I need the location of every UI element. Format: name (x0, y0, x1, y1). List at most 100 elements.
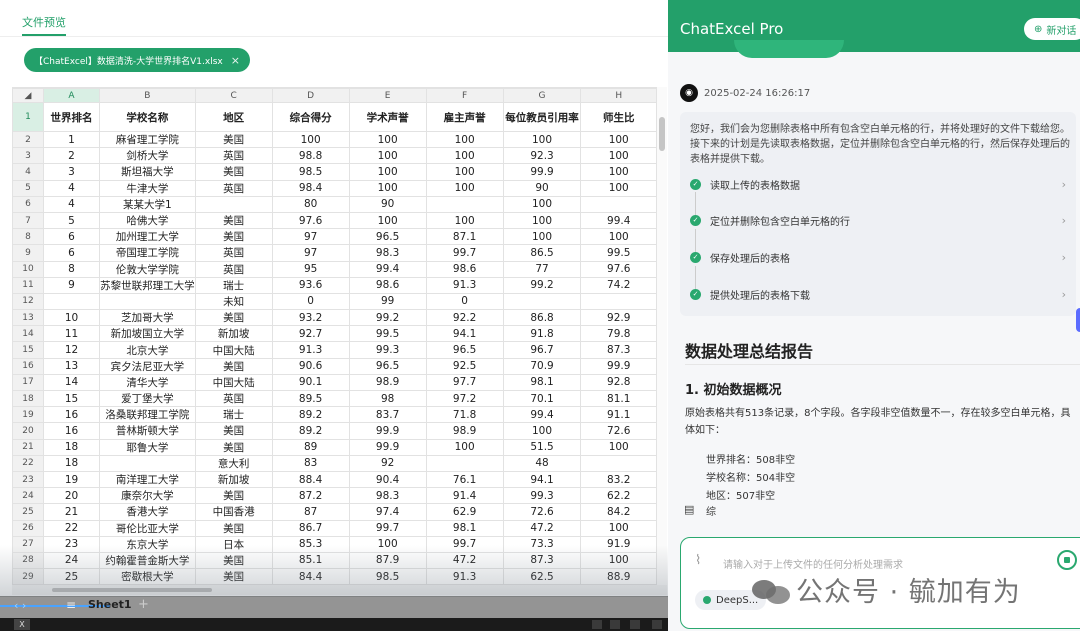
table-cell[interactable]: 86.7 (271, 519, 350, 537)
table-cell[interactable]: 99.3 (502, 487, 582, 505)
table-cell[interactable]: 新加坡 (194, 470, 273, 489)
row-number[interactable]: 9 (12, 244, 44, 262)
table-cell[interactable]: 新加坡国立大学 (99, 325, 196, 343)
table-cell[interactable]: 美国 (194, 130, 273, 149)
table-cell[interactable]: 99.9 (348, 438, 427, 456)
row-number[interactable]: 29 (12, 568, 44, 586)
table-cell[interactable]: 23 (42, 535, 101, 553)
table-cell[interactable]: 90 (348, 195, 427, 213)
table-cell[interactable]: 98 (348, 389, 427, 408)
table-cell[interactable] (580, 292, 657, 311)
table-cell[interactable]: 99.7 (425, 244, 504, 262)
table-cell[interactable]: 73.3 (502, 535, 582, 553)
table-cell[interactable]: 92.8 (580, 373, 657, 392)
table-cell[interactable]: 伦敦大学学院 (99, 260, 196, 278)
table-cell[interactable] (580, 195, 657, 213)
table-cell[interactable]: 99 (348, 292, 427, 311)
table-cell[interactable]: 耶鲁大学 (99, 438, 196, 456)
table-cell[interactable]: 16 (42, 422, 101, 440)
table-cell[interactable]: 98.3 (348, 244, 427, 262)
column-letter-g[interactable]: G (502, 88, 582, 103)
table-cell[interactable]: 密歇根大学 (99, 568, 196, 586)
table-cell[interactable]: 香港大学 (99, 503, 196, 521)
table-cell[interactable]: 79.8 (580, 325, 657, 343)
table-cell[interactable]: 91.8 (502, 325, 582, 343)
table-cell[interactable]: 99.3 (348, 341, 427, 359)
table-cell[interactable] (194, 195, 273, 213)
table-cell[interactable]: 93.6 (271, 276, 350, 294)
table-cell[interactable]: 普林斯顿大学 (99, 422, 196, 440)
table-cell[interactable]: 97.6 (271, 211, 350, 230)
table-cell[interactable]: 87.1 (425, 228, 504, 246)
row-number[interactable]: 24 (12, 487, 44, 505)
table-cell[interactable]: 16 (42, 406, 101, 424)
table-cell[interactable]: 约翰霍普金斯大学 (99, 551, 196, 570)
table-cell[interactable]: 62.5 (502, 568, 582, 586)
column-header[interactable]: 学校名称 (99, 102, 196, 132)
row-number[interactable]: 19 (12, 406, 44, 424)
table-cell[interactable]: 100 (502, 195, 582, 213)
row-number[interactable]: 5 (12, 179, 44, 197)
row-number[interactable]: 20 (12, 422, 44, 440)
column-letter-h[interactable]: H (580, 88, 657, 103)
table-cell[interactable]: 15 (42, 389, 101, 408)
table-cell[interactable]: 100 (425, 211, 504, 230)
table-cell[interactable]: 76.1 (425, 470, 504, 489)
table-cell[interactable]: 97 (271, 228, 350, 246)
table-cell[interactable]: 美国 (194, 357, 273, 375)
table-cell[interactable]: 98.1 (502, 373, 582, 392)
column-header[interactable]: 师生比 (580, 102, 657, 132)
table-cell[interactable]: 90.6 (271, 357, 350, 375)
table-cell[interactable]: 100 (425, 147, 504, 165)
table-cell[interactable]: 98.1 (425, 519, 504, 537)
row-number[interactable]: 2 (12, 130, 44, 149)
table-cell[interactable]: 美国 (194, 309, 273, 327)
row-number[interactable]: 22 (12, 454, 44, 472)
sheet-tab-sheet1[interactable]: Sheet1 (88, 598, 132, 611)
spreadsheet-grid[interactable]: ◢ A B C D E F G H 1 世界排名 学校名称 地区 综合得分 学术声誉 雇主声誉 每位教员引用率师… (12, 87, 657, 586)
table-cell[interactable]: 11 (42, 325, 101, 343)
table-cell[interactable]: 99.2 (502, 276, 582, 294)
table-cell[interactable]: 70.1 (502, 389, 582, 408)
table-cell[interactable]: 87.3 (580, 341, 657, 359)
table-cell[interactable]: 美国 (194, 438, 273, 456)
table-cell[interactable]: 98.6 (425, 260, 504, 278)
table-cell[interactable]: 87.3 (502, 551, 582, 570)
sheet-menu-icon[interactable]: ≡ (66, 598, 76, 612)
table-cell[interactable]: 100 (502, 130, 582, 149)
column-header[interactable]: 雇主声誉 (425, 102, 504, 132)
table-cell[interactable]: 94.1 (502, 470, 582, 489)
table-cell[interactable]: 日本 (194, 535, 273, 553)
table-cell[interactable]: 100 (348, 179, 427, 197)
table-cell[interactable]: 93.2 (271, 309, 350, 327)
table-cell[interactable]: 83.7 (348, 406, 427, 424)
table-cell[interactable]: 98.3 (348, 487, 427, 505)
table-cell[interactable]: 100 (580, 163, 657, 181)
table-cell[interactable]: 91.4 (425, 487, 504, 505)
table-cell[interactable]: 99.4 (348, 260, 427, 278)
table-cell[interactable]: 英国 (194, 260, 273, 278)
row-number[interactable]: 18 (12, 389, 44, 408)
row-number[interactable]: 26 (12, 519, 44, 537)
table-cell[interactable]: 6 (42, 244, 101, 262)
scroll-thumb[interactable] (52, 588, 212, 592)
row-number[interactable]: 23 (12, 470, 44, 489)
table-cell[interactable]: 某某大学1 (99, 195, 196, 213)
row-number[interactable]: 21 (12, 438, 44, 456)
table-cell[interactable]: 87.2 (271, 487, 350, 505)
table-cell[interactable] (425, 454, 504, 472)
row-number[interactable]: 3 (12, 147, 44, 165)
table-cell[interactable]: 98.6 (348, 276, 427, 294)
table-cell[interactable]: 18 (42, 454, 101, 472)
scroll-thumb[interactable] (659, 117, 665, 151)
table-cell[interactable]: 100 (348, 211, 427, 230)
table-cell[interactable] (42, 292, 101, 311)
table-cell[interactable]: 瑞士 (194, 406, 273, 424)
table-cell[interactable]: 100 (425, 130, 504, 149)
table-cell[interactable]: 92.7 (271, 325, 350, 343)
table-cell[interactable]: 98.9 (348, 373, 427, 392)
table-cell[interactable]: 96.5 (425, 341, 504, 359)
table-cell[interactable]: 100 (502, 228, 582, 246)
table-cell[interactable]: 88.4 (271, 470, 350, 489)
table-cell[interactable]: 47.2 (502, 519, 582, 537)
